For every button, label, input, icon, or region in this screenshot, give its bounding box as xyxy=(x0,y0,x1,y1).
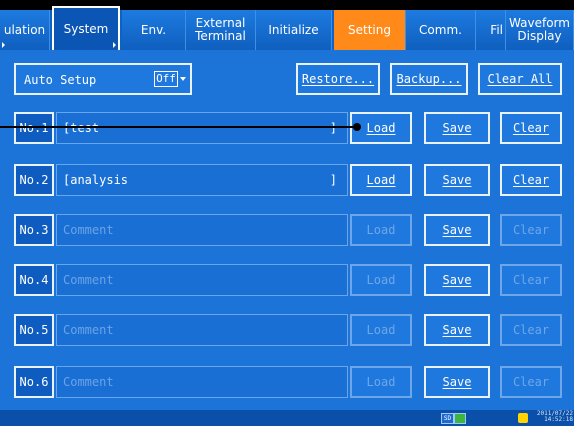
tab-bar: ulation System Env. External Terminal In… xyxy=(0,6,574,50)
slot-number: No.3 xyxy=(14,214,54,246)
comment-field[interactable]: Comment xyxy=(56,214,348,246)
comment-field[interactable]: [analysis] xyxy=(56,164,348,196)
save-button[interactable]: Save xyxy=(424,366,490,398)
callout-dot xyxy=(353,123,361,131)
comment-placeholder: Comment xyxy=(63,223,114,237)
callout-line xyxy=(0,126,358,128)
save-button[interactable]: Save xyxy=(424,112,490,144)
clear-button: Clear xyxy=(500,214,562,246)
clear-button: Clear xyxy=(500,314,562,346)
tab-waveform-display[interactable]: Waveform Display xyxy=(506,10,574,50)
sub-menu-marker-icon xyxy=(2,42,5,48)
comment-text: [analysis xyxy=(63,173,129,187)
auto-setup-label: Auto Setup xyxy=(24,73,97,87)
load-button: Load xyxy=(350,264,412,296)
tab-system[interactable]: System xyxy=(52,6,120,50)
comment-placeholder: Comment xyxy=(63,323,114,337)
backup-button[interactable]: Backup... xyxy=(390,63,468,95)
slot-number: No.6 xyxy=(14,366,54,398)
comment-placeholder: Comment xyxy=(63,375,114,389)
save-button[interactable]: Save xyxy=(424,164,490,196)
load-button: Load xyxy=(350,214,412,246)
clear-button: Clear xyxy=(500,264,562,296)
load-button: Load xyxy=(350,366,412,398)
save-button[interactable]: Save xyxy=(424,314,490,346)
restore-button[interactable]: Restore... xyxy=(296,63,380,95)
slot-number: No.2 xyxy=(14,164,54,196)
comment-field[interactable]: [test] xyxy=(56,112,348,144)
save-button[interactable]: Save xyxy=(424,214,490,246)
sub-menu-marker-icon xyxy=(113,42,116,48)
tab-file[interactable]: Fil xyxy=(476,10,506,50)
tab-setting[interactable]: Setting xyxy=(334,10,406,50)
auto-setup-control[interactable]: Auto Setup Off xyxy=(14,63,192,95)
sd-card-icon: SD xyxy=(441,413,454,424)
status-icon xyxy=(518,413,528,423)
comment-field[interactable]: Comment xyxy=(56,366,348,398)
datetime-readout: 2011/07/22 14:52:18 xyxy=(536,410,573,423)
tab-initialize[interactable]: Initialize xyxy=(256,10,332,50)
comment-bracket: ] xyxy=(329,121,337,135)
slot-number: No.5 xyxy=(14,314,54,346)
comment-bracket: ] xyxy=(329,173,337,187)
clear-all-button[interactable]: Clear All xyxy=(478,63,562,95)
slot-number: No.4 xyxy=(14,264,54,296)
clear-button: Clear xyxy=(500,366,562,398)
auto-setup-value[interactable]: Off xyxy=(154,71,178,87)
tab-external-terminal[interactable]: External Terminal xyxy=(186,10,256,50)
load-button[interactable]: Load xyxy=(350,164,412,196)
slot-number: No.1 xyxy=(14,112,54,144)
clear-button[interactable]: Clear xyxy=(500,164,562,196)
clear-button[interactable]: Clear xyxy=(500,112,562,144)
save-button[interactable]: Save xyxy=(424,264,490,296)
comment-field[interactable]: Comment xyxy=(56,314,348,346)
tab-comm[interactable]: Comm. xyxy=(406,10,476,50)
comment-field[interactable]: Comment xyxy=(56,264,348,296)
memory-icon xyxy=(454,413,466,424)
tab-simulation[interactable]: ulation xyxy=(0,10,50,50)
tab-env[interactable]: Env. xyxy=(122,10,186,50)
comment-text: [test xyxy=(63,121,100,135)
status-bar xyxy=(0,410,574,426)
chevron-down-icon xyxy=(180,77,186,81)
load-button: Load xyxy=(350,314,412,346)
comment-placeholder: Comment xyxy=(63,273,114,287)
